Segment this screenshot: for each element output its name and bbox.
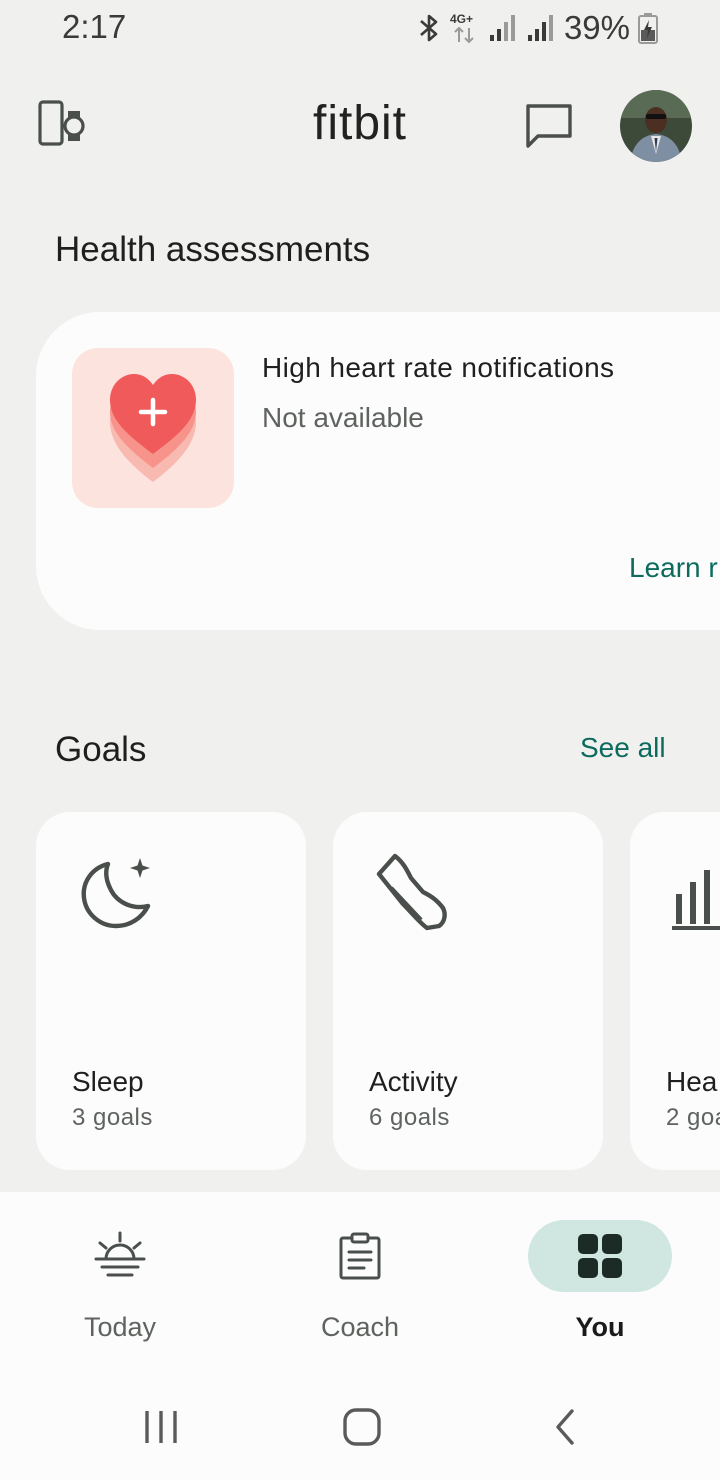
recent-apps-icon[interactable] — [136, 1402, 186, 1452]
network-type-icon: 4G+ — [450, 8, 480, 48]
fitbit-you-screen: 2:17 4G+ 39% fitbit Health assessments H… — [0, 0, 720, 1480]
heart-plus-icon — [110, 374, 196, 482]
goal-name: Hea — [666, 1066, 718, 1097]
signal-icon-2 — [526, 13, 556, 43]
grid-icon — [578, 1234, 622, 1278]
network-type-label: 4G+ — [449, 12, 473, 26]
heart-tile — [72, 348, 234, 508]
battery-percentage: 39% — [563, 9, 630, 46]
moon-icon — [76, 852, 156, 932]
goals-title: Goals — [55, 730, 147, 769]
clipboard-icon — [339, 1232, 381, 1280]
high-heart-rate-card[interactable]: High heart rate notifications Not availa… — [36, 312, 720, 630]
bluetooth-icon — [416, 12, 442, 44]
chat-icon[interactable] — [520, 100, 576, 152]
bar-chart-icon — [672, 852, 720, 932]
status-time: 2:17 — [62, 8, 127, 45]
fitbit-logo: fitbit — [312, 97, 408, 150]
status-bar: 2:17 4G+ 39% — [0, 0, 720, 56]
goal-card-health[interactable]: Hea 2 goa — [630, 812, 720, 1170]
assessment-title: High heart rate notifications — [262, 352, 615, 383]
assessment-status: Not available — [262, 402, 424, 433]
goal-count: 3 goals — [72, 1104, 153, 1131]
nav-label: You — [575, 1312, 625, 1342]
goal-name: Sleep — [72, 1066, 144, 1097]
status-icons: 4G+ 39% — [416, 8, 658, 48]
app-bar: fitbit — [0, 86, 720, 166]
goal-card-activity[interactable]: Activity 6 goals — [333, 812, 603, 1170]
goal-card-sleep[interactable]: Sleep 3 goals — [36, 812, 306, 1170]
battery-charging-icon — [638, 12, 658, 44]
goal-count: 6 goals — [369, 1104, 450, 1131]
nav-icon-wrap — [48, 1220, 192, 1292]
nav-icon-wrap — [528, 1220, 672, 1292]
nav-item-you[interactable]: You — [520, 1220, 680, 1350]
learn-more-link[interactable]: Learn r — [629, 552, 718, 584]
nav-item-coach[interactable]: Coach — [280, 1220, 440, 1350]
system-navigation-bar — [0, 1372, 720, 1480]
sunrise-icon — [94, 1231, 146, 1277]
bottom-navigation: Today Coach You — [0, 1192, 720, 1372]
nav-label: Coach — [320, 1312, 400, 1342]
nav-label: Today — [83, 1312, 157, 1342]
see-all-goals-link[interactable]: See all — [580, 732, 666, 764]
health-assessments-title: Health assessments — [55, 230, 371, 269]
nav-icon-wrap — [288, 1220, 432, 1292]
goal-count: 2 goa — [666, 1104, 720, 1131]
home-icon[interactable] — [337, 1402, 387, 1452]
signal-icon — [488, 13, 518, 43]
shoe-icon — [373, 852, 453, 932]
goal-name: Activity — [369, 1066, 458, 1097]
nav-item-today[interactable]: Today — [40, 1220, 200, 1350]
back-icon[interactable] — [540, 1402, 590, 1452]
profile-avatar[interactable] — [620, 90, 692, 162]
